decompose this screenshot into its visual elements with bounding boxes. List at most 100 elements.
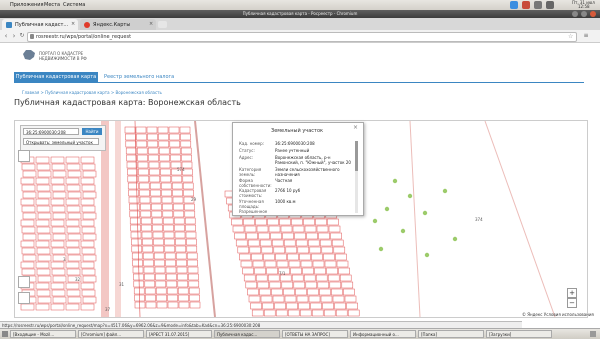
land-parcel[interactable] [160, 182, 172, 190]
land-parcel[interactable] [252, 260, 265, 268]
land-parcel[interactable] [304, 225, 317, 233]
land-parcel[interactable] [67, 254, 82, 262]
land-parcel[interactable] [146, 126, 158, 134]
land-parcel[interactable] [270, 232, 282, 240]
land-parcel[interactable] [311, 253, 323, 261]
land-parcel[interactable] [254, 267, 266, 275]
land-parcel[interactable] [332, 295, 345, 303]
land-parcel[interactable] [131, 252, 143, 260]
land-parcel[interactable] [37, 296, 52, 304]
land-parcel[interactable] [343, 288, 355, 296]
land-parcel[interactable] [245, 281, 258, 289]
land-parcel[interactable] [300, 260, 313, 268]
land-parcel[interactable] [35, 240, 50, 248]
land-parcel[interactable] [184, 210, 196, 218]
land-parcel[interactable] [37, 212, 52, 220]
land-parcel[interactable] [186, 252, 198, 260]
land-parcel[interactable] [330, 232, 342, 240]
land-parcel[interactable] [297, 246, 310, 254]
land-parcel[interactable] [171, 182, 183, 190]
land-parcel[interactable] [295, 288, 307, 296]
land-parcel[interactable] [21, 205, 36, 213]
land-parcel[interactable] [50, 261, 65, 269]
land-parcel[interactable] [327, 218, 339, 226]
land-parcel[interactable] [169, 147, 181, 155]
land-parcel[interactable] [80, 282, 95, 290]
land-parcel[interactable] [267, 218, 279, 226]
land-parcel[interactable] [169, 140, 181, 148]
land-parcel[interactable] [140, 217, 152, 225]
land-parcel[interactable] [247, 239, 260, 247]
land-parcel[interactable] [324, 260, 337, 268]
land-parcel[interactable] [242, 267, 254, 275]
land-parcel[interactable] [51, 226, 66, 234]
land-parcel[interactable] [36, 268, 51, 276]
land-parcel[interactable] [231, 218, 243, 226]
land-parcel[interactable] [65, 219, 80, 227]
land-parcel[interactable] [151, 203, 162, 211]
land-parcel[interactable] [267, 274, 280, 282]
land-parcel[interactable] [65, 282, 80, 290]
land-parcel[interactable] [164, 238, 175, 246]
land-parcel[interactable] [328, 225, 341, 233]
land-parcel[interactable] [346, 302, 358, 310]
land-parcel[interactable] [302, 267, 314, 275]
land-parcel[interactable] [22, 233, 37, 241]
lot-marker[interactable] [442, 188, 448, 194]
land-parcel[interactable] [174, 224, 185, 232]
land-parcel[interactable] [305, 281, 318, 289]
land-parcel[interactable] [171, 175, 183, 183]
land-parcel[interactable] [80, 240, 95, 248]
land-parcel[interactable] [145, 301, 157, 309]
land-parcel[interactable] [135, 126, 147, 134]
land-parcel[interactable] [177, 280, 189, 288]
land-parcel[interactable] [154, 266, 166, 274]
land-parcel[interactable] [318, 232, 330, 240]
land-parcel[interactable] [183, 189, 194, 197]
land-parcel[interactable] [181, 154, 192, 162]
land-parcel[interactable] [139, 189, 150, 197]
land-parcel[interactable] [339, 274, 352, 282]
land-parcel[interactable] [314, 267, 326, 275]
land-parcel[interactable] [334, 302, 346, 310]
land-parcel[interactable] [321, 246, 334, 254]
land-parcel[interactable] [264, 260, 277, 268]
rosreestr-logo-icon[interactable] [22, 48, 36, 62]
land-parcel[interactable] [80, 303, 95, 311]
land-parcel[interactable] [65, 303, 80, 311]
land-parcel[interactable] [188, 287, 200, 295]
land-parcel[interactable] [160, 175, 172, 183]
land-parcel[interactable] [175, 252, 187, 260]
land-parcel[interactable] [136, 140, 148, 148]
land-parcel[interactable] [35, 261, 50, 269]
land-parcel[interactable] [295, 239, 308, 247]
land-parcel[interactable] [180, 133, 191, 141]
menu-applications[interactable]: Приложения [10, 1, 44, 9]
land-parcel[interactable] [128, 196, 140, 204]
lot-marker[interactable] [424, 252, 430, 258]
land-parcel[interactable] [322, 302, 334, 310]
land-parcel[interactable] [182, 182, 194, 190]
land-parcel[interactable] [51, 247, 66, 255]
land-parcel[interactable] [273, 246, 286, 254]
land-parcel[interactable] [35, 177, 50, 185]
layers-icon[interactable] [18, 150, 30, 162]
tab-land-tax-registry[interactable]: Реестр земельного налога [104, 72, 174, 82]
land-parcel[interactable] [268, 225, 281, 233]
land-parcel[interactable] [125, 140, 137, 148]
lot-marker[interactable] [384, 206, 390, 212]
land-parcel[interactable] [279, 218, 291, 226]
land-parcel[interactable] [159, 154, 170, 162]
land-parcel[interactable] [311, 309, 324, 317]
land-parcel[interactable] [158, 147, 170, 155]
land-parcel[interactable] [35, 198, 50, 206]
land-parcel[interactable] [237, 246, 250, 254]
land-parcel[interactable] [159, 161, 171, 169]
land-parcel[interactable] [20, 219, 35, 227]
land-parcel[interactable] [320, 295, 333, 303]
land-parcel[interactable] [81, 247, 96, 255]
land-parcel[interactable] [126, 154, 137, 162]
land-parcel[interactable] [154, 259, 165, 267]
notification-icon[interactable] [522, 1, 530, 9]
land-parcel[interactable] [310, 302, 322, 310]
